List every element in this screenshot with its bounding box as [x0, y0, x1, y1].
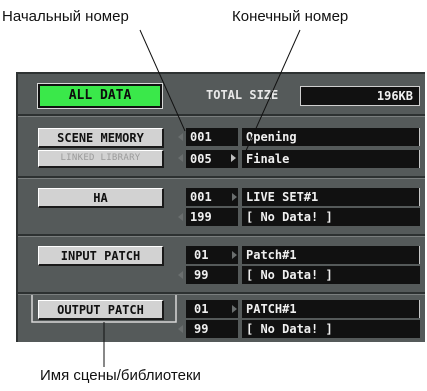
ha-button[interactable]: HA [38, 188, 164, 208]
input-start-increment-arrow[interactable] [232, 251, 237, 259]
input-end-decrement-arrow[interactable] [178, 271, 183, 279]
ha-start-number[interactable]: 001 [186, 188, 238, 206]
output-start-number[interactable]: 01 [186, 300, 238, 318]
linked-library-button[interactable]: LINKED LIBRARY [38, 150, 164, 168]
start-number-annotation: Начальный номер [2, 8, 129, 25]
data-panel: ALL DATA TOTAL SIZE 196KB SCENE MEMORY L… [16, 72, 425, 342]
ha-end-decrement-arrow[interactable] [178, 213, 183, 221]
scene-library-name-annotation: Имя сцены/библиотеки [40, 367, 201, 384]
end-decrement-arrow[interactable] [178, 154, 183, 162]
all-data-button[interactable]: ALL DATA [37, 83, 163, 109]
output-end-number[interactable]: 99 [186, 320, 238, 338]
input-end-name: [ No Data! ] [242, 266, 420, 284]
ha-end-number[interactable]: 199 [186, 208, 238, 226]
scene-end-name: Finale [242, 150, 420, 168]
total-size-label: TOTAL SIZE [206, 88, 279, 102]
total-size-value: 196KB [300, 86, 420, 106]
ha-start-name: LIVE SET#1 [242, 188, 420, 206]
scene-memory-button[interactable]: SCENE MEMORY [38, 128, 164, 148]
end-increment-arrow[interactable] [231, 154, 236, 162]
ha-start-increment-arrow[interactable] [232, 193, 237, 201]
ha-end-name: [ No Data! ] [242, 208, 420, 226]
input-start-number[interactable]: 01 [186, 246, 238, 264]
scene-start-number[interactable]: 001 [186, 128, 238, 146]
output-start-increment-arrow[interactable] [232, 305, 237, 313]
output-patch-button[interactable]: OUTPUT PATCH [38, 300, 164, 320]
output-end-decrement-arrow[interactable] [178, 325, 183, 333]
end-number-annotation: Конечный номер [232, 8, 349, 25]
start-decrement-arrow[interactable] [178, 133, 183, 141]
output-start-name: PATCH#1 [242, 300, 420, 318]
input-patch-button[interactable]: INPUT PATCH [38, 246, 164, 266]
input-end-number[interactable]: 99 [186, 266, 238, 284]
output-end-name: [ No Data! ] [242, 320, 420, 338]
scene-start-name: Opening [242, 128, 420, 146]
input-start-name: Patch#1 [242, 246, 420, 264]
